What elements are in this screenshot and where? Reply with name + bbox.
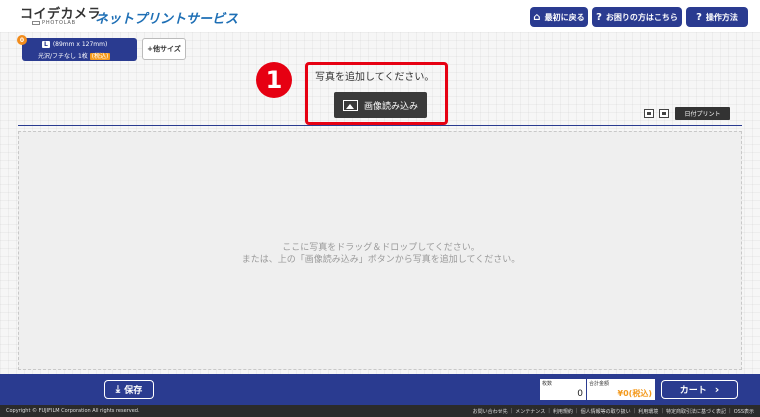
home-button[interactable]: ⌂ 最初に戻る (530, 7, 588, 27)
cart-label: カート (679, 386, 707, 396)
link-separator: | (661, 408, 663, 414)
link-separator: | (633, 408, 636, 414)
link-separator: | (548, 408, 550, 414)
layout-multi-icon[interactable] (659, 109, 669, 118)
logo-subtitle: PHOTOLAB (32, 20, 76, 26)
help-button[interactable]: ? お困りの方はこちら (592, 7, 682, 27)
link-separator: | (510, 408, 513, 414)
link-commercial-law[interactable]: 特定商取引法に基づく表記 (666, 408, 726, 415)
drop-instruction-alt: または、上の「画像読み込み」ボタンから写真を追加してください。 (241, 255, 521, 265)
header: コイデカメラ PHOTOLAB ネットプリントサービス ⌂ 最初に戻る ? お困… (0, 0, 760, 32)
step-number-badge: 1 (256, 62, 292, 98)
home-icon: ⌂ (533, 11, 541, 23)
add-size-button[interactable]: +他サイズ (142, 38, 186, 60)
download-icon: ⤓ (115, 384, 121, 395)
link-contact[interactable]: お問い合わせ先 (473, 408, 508, 415)
logo-subtitle-text: PHOTOLAB (42, 20, 76, 26)
link-oss[interactable]: OSS表示 (734, 408, 754, 415)
divider (18, 125, 742, 126)
size-tab-detail: 光沢/フチなし 1枚 (税込) (38, 51, 111, 60)
size-tax-badge: (税込) (89, 53, 111, 60)
total-price-label: 合計金額 (589, 381, 610, 387)
link-terms[interactable]: 利用規約 (553, 408, 573, 415)
chevron-right-icon: › (714, 383, 720, 396)
photo-drop-zone[interactable]: ここに写真をドラッグ＆ドロップしてください。 または、上の「画像読み込み」ボタン… (18, 131, 742, 370)
link-separator: | (729, 408, 731, 414)
size-tab-title: L (89mm x 127mm) (42, 41, 107, 48)
load-image-button[interactable]: 画像読み込み (334, 92, 427, 118)
question-icon: ? (696, 11, 702, 23)
link-privacy[interactable]: 個人情報等の取り扱い (581, 408, 631, 415)
size-qty: 1枚 (77, 53, 88, 60)
size-tab-l[interactable]: L (89mm x 127mm) 光沢/フチなし 1枚 (税込) (22, 38, 137, 61)
howto-button[interactable]: ? 操作方法 (686, 7, 748, 27)
photo-count-box: 枚数 0 (540, 379, 586, 400)
photo-count-value: 0 (577, 389, 583, 399)
size-l-badge: L (42, 41, 50, 48)
link-environment[interactable]: 利用環境 (638, 408, 658, 415)
footer-links: お問い合わせ先 | メンテナンス | 利用規約 | 個人情報等の取り扱い | 利用環境 |… (473, 408, 754, 415)
link-maintenance[interactable]: メンテナンス (515, 408, 545, 415)
question-icon: ? (596, 11, 602, 23)
link-separator: | (575, 408, 578, 414)
size-finish: 光沢/フチなし (38, 53, 77, 60)
total-price-value: ¥0(税込) (617, 389, 652, 398)
size-count-badge: 0 (17, 35, 27, 45)
save-label: 保存 (124, 386, 143, 396)
image-add-icon (342, 99, 358, 111)
help-button-label: お困りの方はこちら (605, 12, 678, 22)
copyright: Copyright © FUJIFILM Corporation All rig… (6, 408, 140, 414)
save-button[interactable]: ⤓ 保存 (104, 380, 154, 399)
total-price-box: 合計金額 ¥0(税込) (587, 379, 655, 400)
add-photo-prompt: 写真を追加してください。 (315, 72, 435, 83)
load-image-label: 画像読み込み (363, 101, 418, 112)
logo-mark-icon (32, 20, 40, 25)
service-title: ネットプリントサービス (95, 12, 239, 27)
cart-button[interactable]: カート › (661, 380, 738, 399)
howto-button-label: 操作方法 (705, 12, 738, 22)
size-dimensions: (89mm x 127mm) (52, 41, 108, 48)
home-button-label: 最初に戻る (544, 12, 585, 22)
photo-count-label: 枚数 (542, 381, 553, 387)
layout-single-icon[interactable] (644, 109, 654, 118)
date-print-button[interactable]: 日付プリント (675, 107, 730, 120)
